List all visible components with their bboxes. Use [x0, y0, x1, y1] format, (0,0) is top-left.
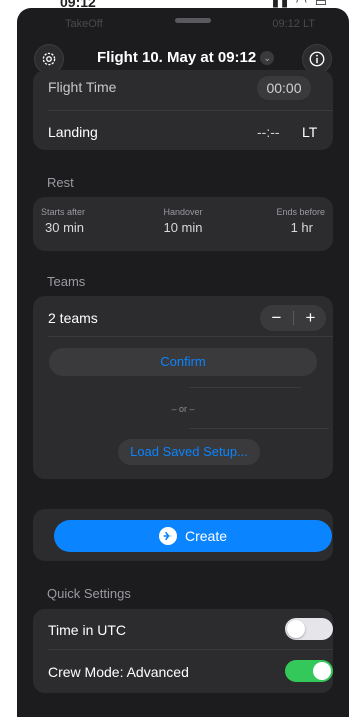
crew-mode-toggle[interactable] [285, 660, 333, 682]
rest-card: Starts after 30 min Handover 10 min Ends… [33, 197, 333, 251]
teams-count-label: 2 teams [48, 310, 98, 326]
confirm-button[interactable]: Confirm [49, 348, 317, 376]
flight-sheet: TakeOff 09:12 LT Flight 10. May at 09:12… [17, 8, 349, 717]
quick-settings-title: Quick Settings [47, 586, 131, 601]
teams-section-title: Teams [47, 274, 86, 289]
sheet-grabber[interactable] [175, 18, 211, 23]
page-title[interactable]: Flight 10. May at 09:12 ⌄ [97, 49, 275, 66]
or-separator: – or – [171, 404, 195, 414]
flight-time-value[interactable]: 00:00 [257, 76, 311, 100]
load-saved-setup-button[interactable]: Load Saved Setup... [118, 439, 260, 465]
flight-time-label: Flight Time [48, 79, 117, 95]
rest-starts-after[interactable]: Starts after 30 min [41, 207, 141, 235]
page-title-text: Flight 10. May at 09:12 [97, 49, 257, 66]
stepper-minus-button[interactable]: − [260, 305, 293, 331]
rest-section-title: Rest [47, 175, 74, 190]
teams-card: 2 teams − + Confirm – or – Load Saved Se… [33, 296, 333, 479]
rest-ends-before[interactable]: Ends before 1 hr [225, 207, 325, 235]
landing-value[interactable]: --:-- [257, 124, 280, 140]
time-utc-toggle[interactable] [285, 618, 333, 640]
flight-times-card: Flight Time 00:00 Landing --:-- LT [33, 70, 333, 150]
create-card: Create [33, 509, 333, 561]
gear-icon [42, 52, 56, 66]
create-button[interactable]: Create [54, 520, 332, 552]
crew-mode-label: Crew Mode: Advanced [48, 664, 189, 680]
create-label: Create [184, 528, 228, 544]
time-utc-label: Time in UTC [48, 622, 127, 638]
teams-stepper: − + [260, 305, 326, 331]
rest-handover[interactable]: Handover 10 min [133, 207, 233, 235]
chevron-down-icon: ⌄ [260, 51, 275, 66]
quick-settings-card: Time in UTC Crew Mode: Advanced [33, 609, 333, 693]
stepper-plus-button[interactable]: + [294, 305, 327, 331]
landing-label: Landing [48, 124, 98, 140]
landing-timezone[interactable]: LT [302, 124, 317, 140]
airplane-icon [158, 527, 177, 545]
info-icon [309, 51, 325, 67]
